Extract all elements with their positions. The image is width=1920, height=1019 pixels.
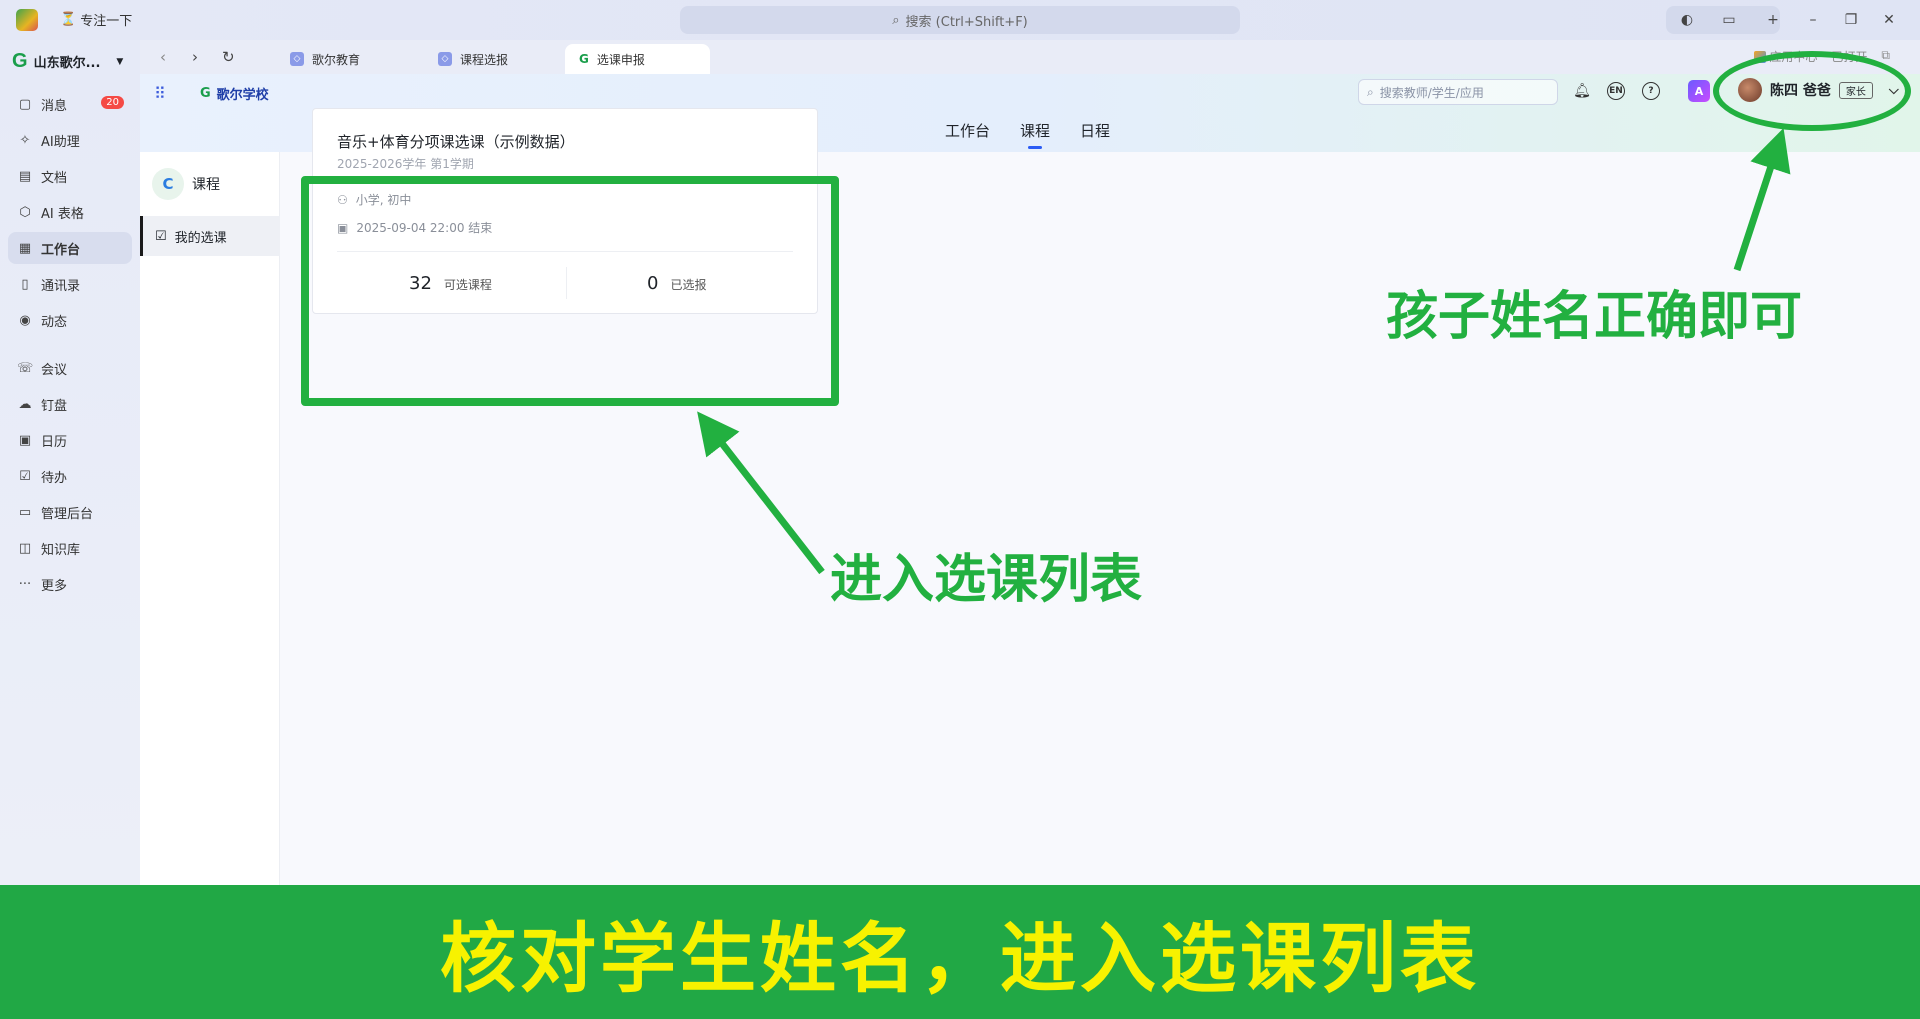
note-child-name: 孩子姓名正确即可: [1386, 287, 1803, 347]
instruction-banner: 核对学生姓名，进入选课列表: [0, 885, 1920, 1019]
annotation-arrows: [697, 128, 1791, 575]
banner-text: 核对学生姓名，进入选课列表: [440, 914, 1480, 1003]
arrow-to-user: [1733, 128, 1791, 272]
note-enter-list: 进入选课列表: [830, 550, 1143, 610]
arrow-to-card: [697, 411, 825, 575]
